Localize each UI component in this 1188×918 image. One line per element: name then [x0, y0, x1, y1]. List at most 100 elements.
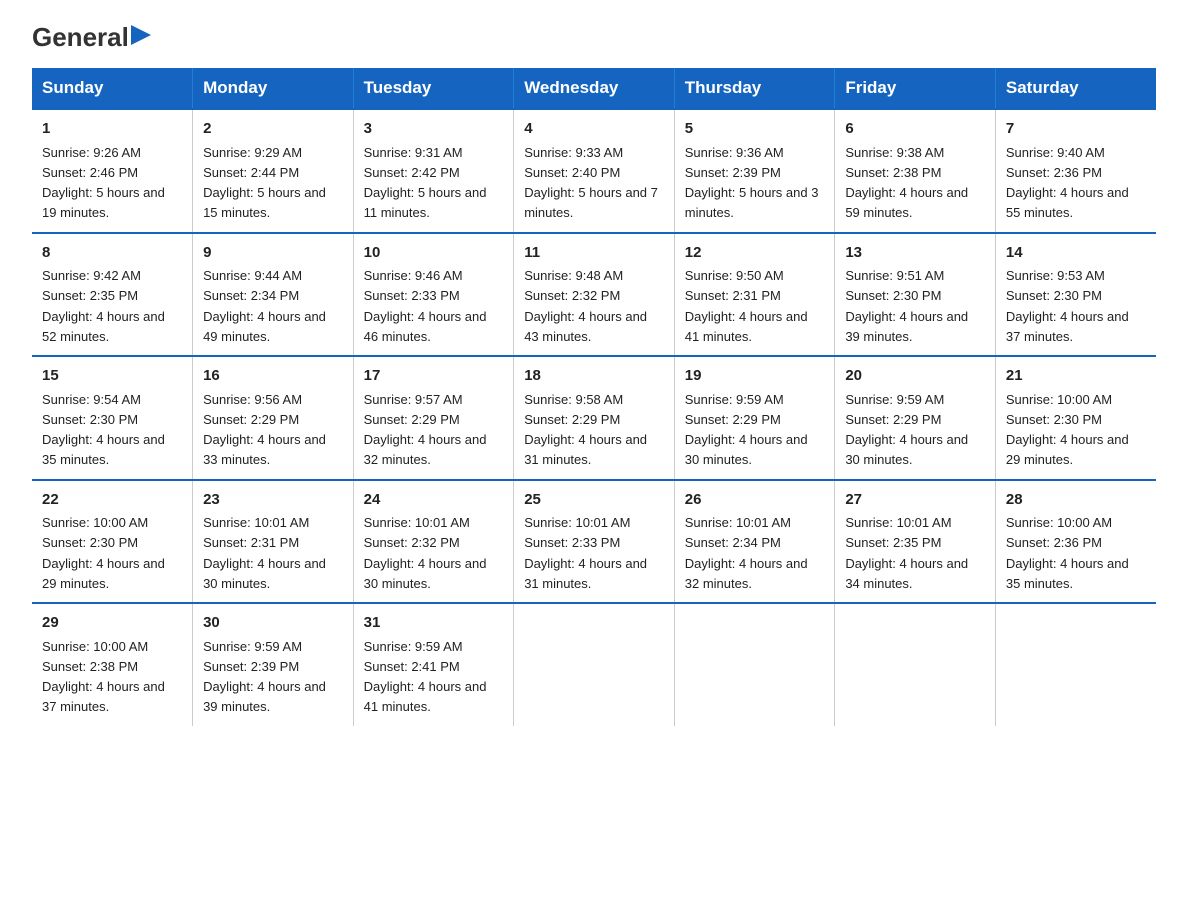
day-info: Sunrise: 9:59 AMSunset: 2:41 PMDaylight:…: [364, 639, 487, 715]
day-info: Sunrise: 10:01 AMSunset: 2:34 PMDaylight…: [685, 515, 808, 591]
day-number: 27: [845, 489, 985, 512]
day-number: 8: [42, 242, 182, 265]
calendar-cell: 21 Sunrise: 10:00 AMSunset: 2:30 PMDayli…: [995, 356, 1156, 480]
calendar-cell: 25 Sunrise: 10:01 AMSunset: 2:33 PMDayli…: [514, 480, 675, 604]
calendar-cell: 26 Sunrise: 10:01 AMSunset: 2:34 PMDayli…: [674, 480, 835, 604]
day-number: 6: [845, 118, 985, 141]
day-info: Sunrise: 10:00 AMSunset: 2:30 PMDaylight…: [42, 515, 165, 591]
week-row-3: 15 Sunrise: 9:54 AMSunset: 2:30 PMDaylig…: [32, 356, 1156, 480]
calendar-cell: 30 Sunrise: 9:59 AMSunset: 2:39 PMDaylig…: [193, 603, 354, 726]
day-number: 26: [685, 489, 825, 512]
logo-text-general: General: [32, 24, 129, 50]
day-number: 14: [1006, 242, 1146, 265]
calendar-cell: 15 Sunrise: 9:54 AMSunset: 2:30 PMDaylig…: [32, 356, 193, 480]
day-info: Sunrise: 9:53 AMSunset: 2:30 PMDaylight:…: [1006, 268, 1129, 344]
day-info: Sunrise: 9:46 AMSunset: 2:33 PMDaylight:…: [364, 268, 487, 344]
day-number: 9: [203, 242, 343, 265]
day-number: 1: [42, 118, 182, 141]
calendar-cell: [995, 603, 1156, 726]
calendar-cell: 6 Sunrise: 9:38 AMSunset: 2:38 PMDayligh…: [835, 109, 996, 233]
day-number: 15: [42, 365, 182, 388]
day-info: Sunrise: 9:54 AMSunset: 2:30 PMDaylight:…: [42, 392, 165, 468]
day-info: Sunrise: 9:59 AMSunset: 2:29 PMDaylight:…: [685, 392, 808, 468]
day-number: 13: [845, 242, 985, 265]
calendar-cell: [674, 603, 835, 726]
day-info: Sunrise: 10:01 AMSunset: 2:31 PMDaylight…: [203, 515, 326, 591]
day-info: Sunrise: 9:31 AMSunset: 2:42 PMDaylight:…: [364, 145, 487, 221]
col-header-monday: Monday: [193, 68, 354, 109]
day-info: Sunrise: 9:36 AMSunset: 2:39 PMDaylight:…: [685, 145, 819, 221]
col-header-wednesday: Wednesday: [514, 68, 675, 109]
calendar-cell: 2 Sunrise: 9:29 AMSunset: 2:44 PMDayligh…: [193, 109, 354, 233]
day-info: Sunrise: 9:48 AMSunset: 2:32 PMDaylight:…: [524, 268, 647, 344]
calendar-cell: 7 Sunrise: 9:40 AMSunset: 2:36 PMDayligh…: [995, 109, 1156, 233]
calendar-cell: 20 Sunrise: 9:59 AMSunset: 2:29 PMDaylig…: [835, 356, 996, 480]
calendar-table: SundayMondayTuesdayWednesdayThursdayFrid…: [32, 68, 1156, 726]
day-number: 2: [203, 118, 343, 141]
calendar-cell: [835, 603, 996, 726]
col-header-friday: Friday: [835, 68, 996, 109]
calendar-cell: 5 Sunrise: 9:36 AMSunset: 2:39 PMDayligh…: [674, 109, 835, 233]
day-info: Sunrise: 10:00 AMSunset: 2:38 PMDaylight…: [42, 639, 165, 715]
day-number: 16: [203, 365, 343, 388]
day-number: 11: [524, 242, 664, 265]
day-number: 12: [685, 242, 825, 265]
day-info: Sunrise: 10:00 AMSunset: 2:36 PMDaylight…: [1006, 515, 1129, 591]
day-info: Sunrise: 9:38 AMSunset: 2:38 PMDaylight:…: [845, 145, 968, 221]
calendar-cell: 4 Sunrise: 9:33 AMSunset: 2:40 PMDayligh…: [514, 109, 675, 233]
days-header-row: SundayMondayTuesdayWednesdayThursdayFrid…: [32, 68, 1156, 109]
day-info: Sunrise: 9:57 AMSunset: 2:29 PMDaylight:…: [364, 392, 487, 468]
day-info: Sunrise: 9:50 AMSunset: 2:31 PMDaylight:…: [685, 268, 808, 344]
day-number: 24: [364, 489, 504, 512]
calendar-cell: 1 Sunrise: 9:26 AMSunset: 2:46 PMDayligh…: [32, 109, 193, 233]
col-header-saturday: Saturday: [995, 68, 1156, 109]
day-info: Sunrise: 10:00 AMSunset: 2:30 PMDaylight…: [1006, 392, 1129, 468]
day-info: Sunrise: 9:26 AMSunset: 2:46 PMDaylight:…: [42, 145, 165, 221]
calendar-cell: 13 Sunrise: 9:51 AMSunset: 2:30 PMDaylig…: [835, 233, 996, 357]
calendar-cell: 29 Sunrise: 10:00 AMSunset: 2:38 PMDayli…: [32, 603, 193, 726]
calendar-cell: 14 Sunrise: 9:53 AMSunset: 2:30 PMDaylig…: [995, 233, 1156, 357]
calendar-cell: 23 Sunrise: 10:01 AMSunset: 2:31 PMDayli…: [193, 480, 354, 604]
calendar-cell: 16 Sunrise: 9:56 AMSunset: 2:29 PMDaylig…: [193, 356, 354, 480]
day-number: 7: [1006, 118, 1146, 141]
calendar-cell: 22 Sunrise: 10:00 AMSunset: 2:30 PMDayli…: [32, 480, 193, 604]
day-number: 5: [685, 118, 825, 141]
day-number: 19: [685, 365, 825, 388]
day-info: Sunrise: 10:01 AMSunset: 2:35 PMDaylight…: [845, 515, 968, 591]
day-info: Sunrise: 9:56 AMSunset: 2:29 PMDaylight:…: [203, 392, 326, 468]
day-number: 25: [524, 489, 664, 512]
day-info: Sunrise: 9:51 AMSunset: 2:30 PMDaylight:…: [845, 268, 968, 344]
calendar-cell: 10 Sunrise: 9:46 AMSunset: 2:33 PMDaylig…: [353, 233, 514, 357]
day-info: Sunrise: 9:29 AMSunset: 2:44 PMDaylight:…: [203, 145, 326, 221]
day-number: 21: [1006, 365, 1146, 388]
day-number: 28: [1006, 489, 1146, 512]
day-number: 3: [364, 118, 504, 141]
day-number: 20: [845, 365, 985, 388]
day-info: Sunrise: 9:42 AMSunset: 2:35 PMDaylight:…: [42, 268, 165, 344]
week-row-4: 22 Sunrise: 10:00 AMSunset: 2:30 PMDayli…: [32, 480, 1156, 604]
day-number: 22: [42, 489, 182, 512]
day-number: 30: [203, 612, 343, 635]
col-header-thursday: Thursday: [674, 68, 835, 109]
calendar-cell: 8 Sunrise: 9:42 AMSunset: 2:35 PMDayligh…: [32, 233, 193, 357]
day-info: Sunrise: 9:58 AMSunset: 2:29 PMDaylight:…: [524, 392, 647, 468]
day-info: Sunrise: 9:33 AMSunset: 2:40 PMDaylight:…: [524, 145, 658, 221]
col-header-tuesday: Tuesday: [353, 68, 514, 109]
page-header: General: [32, 24, 1156, 48]
calendar-cell: 27 Sunrise: 10:01 AMSunset: 2:35 PMDayli…: [835, 480, 996, 604]
calendar-cell: 18 Sunrise: 9:58 AMSunset: 2:29 PMDaylig…: [514, 356, 675, 480]
week-row-5: 29 Sunrise: 10:00 AMSunset: 2:38 PMDayli…: [32, 603, 1156, 726]
calendar-cell: 3 Sunrise: 9:31 AMSunset: 2:42 PMDayligh…: [353, 109, 514, 233]
calendar-cell: 28 Sunrise: 10:00 AMSunset: 2:36 PMDayli…: [995, 480, 1156, 604]
logo: General: [32, 24, 153, 48]
calendar-cell: 19 Sunrise: 9:59 AMSunset: 2:29 PMDaylig…: [674, 356, 835, 480]
week-row-2: 8 Sunrise: 9:42 AMSunset: 2:35 PMDayligh…: [32, 233, 1156, 357]
day-info: Sunrise: 9:59 AMSunset: 2:39 PMDaylight:…: [203, 639, 326, 715]
col-header-sunday: Sunday: [32, 68, 193, 109]
day-info: Sunrise: 10:01 AMSunset: 2:32 PMDaylight…: [364, 515, 487, 591]
day-number: 31: [364, 612, 504, 635]
calendar-cell: [514, 603, 675, 726]
calendar-cell: 17 Sunrise: 9:57 AMSunset: 2:29 PMDaylig…: [353, 356, 514, 480]
day-number: 23: [203, 489, 343, 512]
day-info: Sunrise: 9:44 AMSunset: 2:34 PMDaylight:…: [203, 268, 326, 344]
